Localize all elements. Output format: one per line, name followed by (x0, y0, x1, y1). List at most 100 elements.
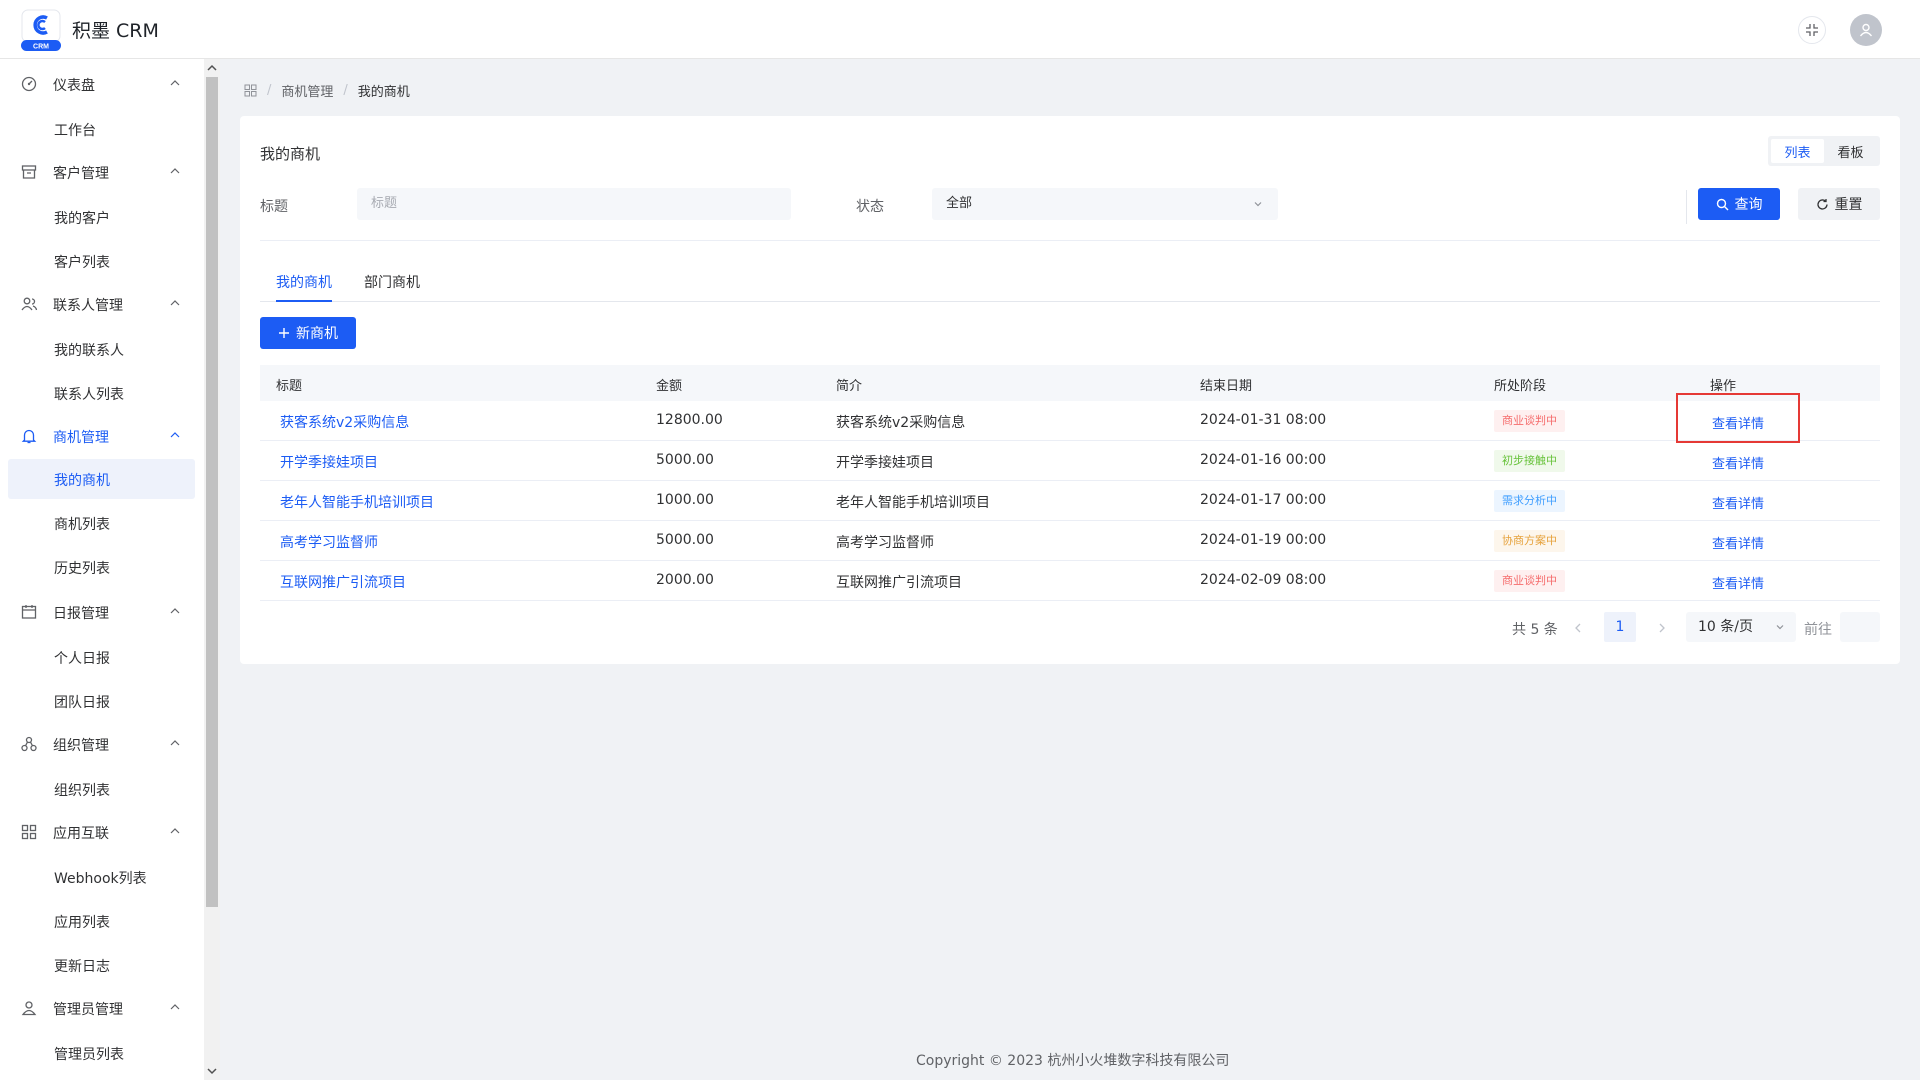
search-button[interactable]: 查询 (1698, 188, 1780, 220)
svg-text:CRM: CRM (33, 44, 49, 51)
sidebar-item-org-list[interactable]: 组织列表 (8, 769, 195, 809)
sidebar-item-label: 更新日志 (54, 959, 110, 975)
sidebar-item-history-list[interactable]: 历史列表 (8, 547, 195, 587)
table-row: 获客系统v2采购信息 12800.00 获客系统v2采购信息 2024-01-3… (260, 401, 1880, 441)
sidebar-item-customer-list[interactable]: 客户列表 (8, 241, 195, 281)
chevron-up-icon (170, 432, 180, 438)
sidebar-group-label: 商机管理 (53, 430, 109, 446)
sidebar-group-reports[interactable]: 日报管理 (0, 591, 204, 635)
opportunity-title-link[interactable]: 开学季接娃项目 (280, 452, 378, 472)
view-details-link[interactable]: 查看详情 (1712, 493, 1764, 512)
view-switch: 列表 看板 (1768, 136, 1880, 166)
sidebar-item-app-list[interactable]: 应用列表 (8, 901, 195, 941)
search-icon (1716, 198, 1728, 210)
sidebar-item-my-contacts[interactable]: 我的联系人 (8, 329, 195, 369)
tab-department-opportunities[interactable]: 部门商机 (364, 272, 420, 302)
status-filter-value: 全部 (946, 196, 973, 211)
plus-icon (279, 328, 289, 338)
chevron-up-icon (170, 828, 180, 834)
fullscreen-button[interactable] (1798, 16, 1826, 44)
status-filter-select[interactable]: 全部 (932, 188, 1278, 220)
status-filter-label: 状态 (856, 199, 884, 215)
opportunity-title-link[interactable]: 获客系统v2采购信息 (280, 412, 409, 432)
list-view-button[interactable]: 列表 (1771, 139, 1824, 163)
sidebar-group-contacts[interactable]: 联系人管理 (0, 283, 204, 327)
scroll-down-arrow[interactable] (204, 1064, 220, 1078)
bell-icon (21, 429, 37, 444)
sidebar-group-organization[interactable]: 组织管理 (0, 723, 204, 767)
chevron-left-icon[interactable] (1570, 620, 1586, 636)
intro-cell: 获客系统v2采购信息 (836, 415, 966, 431)
table-row: 高考学习监督师 5000.00 高考学习监督师 2024-01-19 00:00… (260, 521, 1880, 561)
admin-icon (21, 1001, 37, 1016)
sidebar-item-opportunity-list[interactable]: 商机列表 (8, 503, 195, 543)
app-title: 积墨 CRM (72, 20, 159, 42)
chevron-right-icon[interactable] (1654, 620, 1670, 636)
breadcrumb-current: 我的商机 (357, 84, 410, 100)
sidebar-item-label: 个人日报 (54, 651, 110, 667)
sidebar-menu: 仪表盘 工作台 客户管理 我的客户 客户列表 联系人管理 我的联系人 联系人列表… (0, 59, 204, 1080)
new-opportunity-button[interactable]: 新商机 (260, 317, 356, 349)
app-logo[interactable]: CRM (18, 8, 64, 52)
page-jump-input[interactable] (1840, 612, 1880, 642)
sidebar-item-admin-list[interactable]: 管理员列表 (8, 1033, 195, 1073)
sidebar-group-integrations[interactable]: 应用互联 (0, 811, 204, 855)
page-number-button[interactable]: 1 (1604, 612, 1636, 642)
opportunity-title-link[interactable]: 互联网推广引流项目 (280, 572, 406, 592)
search-button-label: 查询 (1734, 197, 1763, 213)
column-header: 简介 (836, 379, 863, 394)
intro-cell: 互联网推广引流项目 (836, 575, 962, 591)
sidebar-group-admins[interactable]: 管理员管理 (0, 987, 204, 1031)
amount-cell: 2000.00 (656, 572, 714, 588)
title-filter-input[interactable]: 标题 (357, 188, 791, 220)
opportunity-tabs: 我的商机 部门商机 (260, 268, 1880, 302)
amount-cell: 5000.00 (656, 532, 714, 548)
sidebar-item-my-customers[interactable]: 我的客户 (8, 197, 195, 237)
page-size-select[interactable]: 10 条/页 (1686, 612, 1796, 642)
user-avatar[interactable] (1850, 14, 1882, 46)
sidebar-item-personal-report[interactable]: 个人日报 (8, 637, 195, 677)
sidebar-item-my-opportunities[interactable]: 我的商机 (8, 459, 195, 499)
view-details-link[interactable]: 查看详情 (1712, 533, 1764, 552)
sidebar-group-customers[interactable]: 客户管理 (0, 151, 204, 195)
chevron-up-icon (170, 740, 180, 746)
chevron-down-icon (1776, 625, 1784, 630)
view-details-link[interactable]: 查看详情 (1712, 573, 1764, 592)
sidebar-item-webhook-list[interactable]: Webhook列表 (8, 857, 195, 897)
end-date-cell: 2024-01-31 08:00 (1200, 412, 1327, 428)
contacts-icon (21, 297, 38, 311)
sidebar-scrollbar[interactable] (204, 59, 220, 1080)
breadcrumb-item[interactable]: 商机管理 (281, 81, 333, 100)
sidebar-group-label: 仪表盘 (53, 78, 95, 94)
highlight-annotation-box (1676, 393, 1800, 443)
sidebar-item-team-report[interactable]: 团队日报 (8, 681, 195, 721)
sidebar-group-label: 组织管理 (53, 738, 109, 754)
amount-cell: 1000.00 (656, 492, 714, 508)
sidebar-item-changelog[interactable]: 更新日志 (8, 945, 195, 985)
intro-cell: 高考学习监督师 (836, 535, 934, 551)
sidebar-item-workbench[interactable]: 工作台 (8, 109, 195, 149)
sidebar-item-contact-list[interactable]: 联系人列表 (8, 373, 195, 413)
reset-button[interactable]: 重置 (1798, 188, 1880, 220)
amount-cell: 12800.00 (656, 412, 723, 428)
title-filter-label: 标题 (260, 199, 288, 215)
sidebar-group-label: 管理员管理 (53, 1002, 123, 1018)
table-header: 标题 金额 简介 结束日期 所处阶段 操作 (260, 365, 1880, 401)
scrollbar-thumb[interactable] (206, 77, 218, 907)
tab-my-opportunities[interactable]: 我的商机 (276, 272, 332, 302)
sidebar-group-dashboard[interactable]: 仪表盘 (0, 63, 204, 107)
org-icon (21, 736, 37, 752)
stage-tag: 协商方案中 (1494, 530, 1565, 552)
archive-icon (21, 165, 37, 179)
board-view-button[interactable]: 看板 (1824, 139, 1877, 163)
sidebar-group-opportunities[interactable]: 商机管理 (0, 415, 204, 459)
opportunity-title-link[interactable]: 高考学习监督师 (280, 532, 378, 552)
sidebar-item-label: 工作台 (54, 123, 96, 139)
column-header: 标题 (276, 379, 303, 394)
view-details-link[interactable]: 查看详情 (1712, 453, 1764, 472)
chevron-down-icon (1254, 202, 1262, 207)
table-row: 互联网推广引流项目 2000.00 互联网推广引流项目 2024-02-09 0… (260, 561, 1880, 601)
scroll-up-arrow[interactable] (204, 61, 220, 75)
opportunity-title-link[interactable]: 老年人智能手机培训项目 (280, 492, 434, 512)
home-grid-icon[interactable] (244, 84, 257, 97)
